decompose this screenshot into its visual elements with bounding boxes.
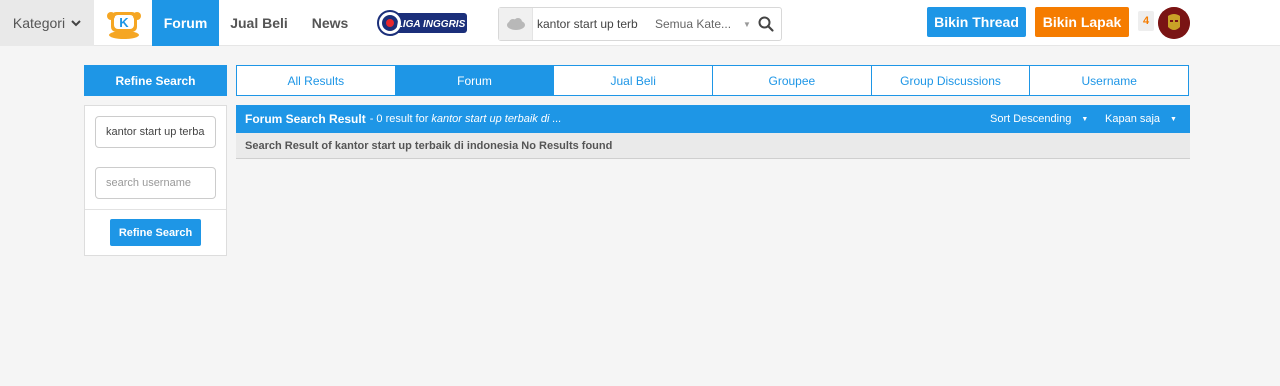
time-filter-dropdown[interactable]: Kapan saja ▼ <box>1105 105 1177 133</box>
time-filter-label: Kapan saja <box>1105 113 1161 125</box>
kategori-label: Kategori <box>12 15 66 31</box>
tab-username[interactable]: Username <box>1030 66 1188 95</box>
search-tabs: All Results Forum Jual Beli Groupee Grou… <box>236 65 1189 96</box>
cloud-icon <box>499 8 533 40</box>
tab-group-discussions[interactable]: Group Discussions <box>872 66 1031 95</box>
header-search-input[interactable] <box>537 14 645 34</box>
svg-text:K: K <box>119 15 129 30</box>
sort-dropdown[interactable]: Sort Descending ▼ <box>990 105 1088 133</box>
caret-down-icon: ▼ <box>743 19 751 29</box>
header-search: Semua Kate... ▼ <box>498 7 782 41</box>
bikin-lapak-button[interactable]: Bikin Lapak <box>1035 7 1129 37</box>
sort-label: Sort Descending <box>990 113 1072 125</box>
notification-badge[interactable]: 4 <box>1138 11 1154 31</box>
nav-news[interactable]: News <box>306 0 354 46</box>
caret-down-icon: ▼ <box>1170 115 1177 123</box>
tab-forum[interactable]: Forum <box>395 66 555 95</box>
sidebar-divider <box>85 209 226 210</box>
refine-query-input[interactable] <box>95 116 216 148</box>
avatar[interactable] <box>1158 7 1190 39</box>
username-search-input[interactable] <box>95 167 216 199</box>
tab-all-results[interactable]: All Results <box>237 66 396 95</box>
liga-inggris-logo[interactable]: LIGA INGGRIS <box>377 9 467 37</box>
refine-sidebar: Refine Search <box>84 105 227 256</box>
liga-logo-text: LIGA INGGRIS <box>397 19 466 30</box>
result-query: kantor start up terbaik di ... <box>431 113 562 125</box>
kategori-menu[interactable]: Kategori <box>0 0 94 46</box>
no-results-message: Search Result of kantor start up terbaik… <box>236 133 1190 159</box>
result-title: Forum Search Result - 0 result for kanto… <box>245 105 562 133</box>
tab-jual-beli[interactable]: Jual Beli <box>554 66 714 95</box>
refine-search-button[interactable]: Refine Search <box>110 219 201 246</box>
nav-jual-beli[interactable]: Jual Beli <box>226 0 292 46</box>
kaskus-logo[interactable]: K <box>103 6 145 40</box>
top-header: Kategori K Forum Jual Beli News LIGA ING… <box>0 0 1280 46</box>
result-header: Forum Search Result - 0 result for kanto… <box>236 105 1190 133</box>
result-count: - 0 result for <box>369 113 429 125</box>
bikin-thread-button[interactable]: Bikin Thread <box>927 7 1026 37</box>
chevron-down-icon <box>71 20 81 27</box>
caret-down-icon: ▼ <box>1081 115 1089 123</box>
tab-groupee[interactable]: Groupee <box>713 66 872 95</box>
search-icon[interactable] <box>757 15 775 33</box>
refine-search-title: Refine Search <box>84 65 227 96</box>
search-category-select[interactable]: Semua Kate... ▼ <box>655 8 751 40</box>
search-category-label: Semua Kate... <box>655 17 732 31</box>
nav-forum[interactable]: Forum <box>152 0 219 46</box>
result-title-main: Forum Search Result <box>245 112 366 126</box>
